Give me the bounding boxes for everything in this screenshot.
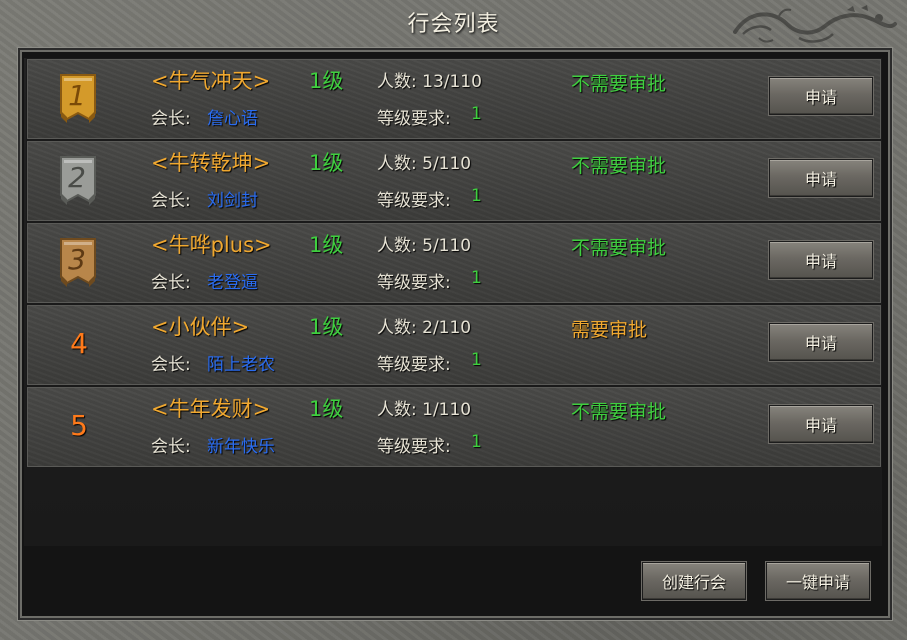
apply-all-button[interactable]: 一键申请	[766, 562, 870, 600]
level-requirement-label: 等级要求:	[377, 437, 451, 457]
leader-label: 会长:	[151, 355, 191, 375]
leader-label: 会长:	[151, 191, 191, 211]
level-requirement-value: 1	[471, 268, 482, 288]
guild-row: 2 <牛转乾坤> 1级 会长: 刘剑封 人数: 5/110 等级要求: 1 不需要…	[26, 140, 882, 222]
level-requirement-value: 1	[471, 104, 482, 124]
apply-button[interactable]: 申请	[769, 323, 873, 361]
level-requirement-value: 1	[471, 186, 482, 206]
level-requirement-label: 等级要求:	[377, 355, 451, 375]
dragon-ornament-icon	[733, 5, 897, 43]
guild-row: 5 <牛年发财> 1级 会长: 新年快乐 人数: 1/110 等级要求: 1 不需…	[26, 386, 882, 468]
level-requirement-value: 1	[471, 432, 482, 452]
leader-name: 新年快乐	[207, 437, 275, 457]
guild-level: 1级	[309, 233, 344, 257]
leader-name: 陌上老农	[207, 355, 275, 375]
member-count: 人数: 2/110	[377, 318, 472, 338]
leader-name: 詹心语	[207, 109, 258, 129]
member-count: 人数: 1/110	[377, 400, 472, 420]
leader-label: 会长:	[151, 109, 191, 129]
apply-button[interactable]: 申请	[769, 77, 873, 115]
guild-name: <牛气冲天>	[151, 69, 271, 93]
member-count: 人数: 13/110	[377, 72, 482, 92]
apply-button[interactable]: 申请	[769, 159, 873, 197]
rank-number: 5	[70, 409, 88, 442]
guild-name: <牛年发财>	[151, 397, 271, 421]
guild-name: <牛转乾坤>	[151, 151, 271, 175]
approval-status: 不需要审批	[571, 237, 667, 259]
leader-name: 老登逼	[207, 273, 258, 293]
leader-name: 刘剑封	[207, 191, 258, 211]
level-requirement-label: 等级要求:	[377, 109, 451, 129]
member-count: 人数: 5/110	[377, 236, 472, 256]
rank-number: 2	[68, 161, 86, 194]
apply-button[interactable]: 申请	[769, 241, 873, 279]
guild-list-window: 行会列表 1 <牛气冲天> 1级 会长: 詹心语 人数: 13/110 等级要求:…	[0, 0, 907, 640]
rank-number: 1	[68, 79, 86, 112]
leader-label: 会长:	[151, 437, 191, 457]
approval-status: 需要审批	[571, 319, 648, 341]
member-count: 人数: 5/110	[377, 154, 472, 174]
approval-status: 不需要审批	[571, 401, 667, 423]
guild-name: <小伙伴>	[151, 315, 250, 339]
level-requirement-label: 等级要求:	[377, 273, 451, 293]
level-requirement-value: 1	[471, 350, 482, 370]
approval-status: 不需要审批	[571, 73, 667, 95]
approval-status: 不需要审批	[571, 155, 667, 177]
guild-level: 1级	[309, 315, 344, 339]
guild-level: 1级	[309, 151, 344, 175]
rank-number: 4	[70, 327, 88, 360]
apply-button[interactable]: 申请	[769, 405, 873, 443]
rank-number: 3	[68, 243, 86, 276]
leader-label: 会长:	[151, 273, 191, 293]
guild-level: 1级	[309, 397, 344, 421]
guild-row: 3 <牛哗plus> 1级 会长: 老登逼 人数: 5/110 等级要求: 1 不…	[26, 222, 882, 304]
guild-name: <牛哗plus>	[151, 233, 272, 257]
guild-row: 1 <牛气冲天> 1级 会长: 詹心语 人数: 13/110 等级要求: 1 不需…	[26, 58, 882, 140]
guild-row: 4 <小伙伴> 1级 会长: 陌上老农 人数: 2/110 等级要求: 1 需要审…	[26, 304, 882, 386]
guild-level: 1级	[309, 69, 344, 93]
level-requirement-label: 等级要求:	[377, 191, 451, 211]
create-guild-button[interactable]: 创建行会	[642, 562, 746, 600]
